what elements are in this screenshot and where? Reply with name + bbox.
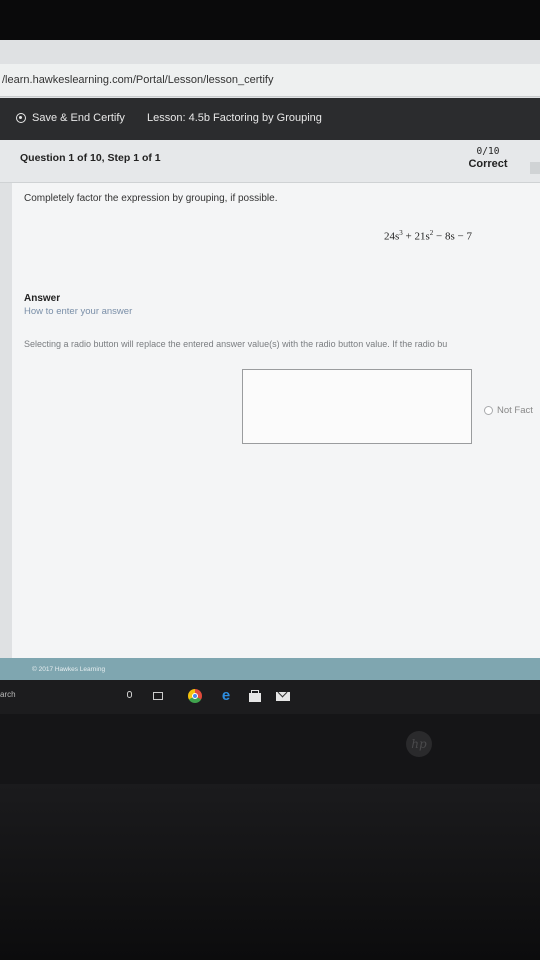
how-to-enter-link[interactable]: How to enter your answer [24,306,132,317]
term-1: 24s [384,230,400,243]
lesson-title: Lesson: 4.5b Factoring by Grouping [147,112,322,124]
answer-heading: Answer [24,293,61,304]
windows-taskbar: arch e [0,680,540,714]
not-factorable-label: Not Fact [497,405,533,416]
score-status: Correct [468,158,508,170]
operator-1: + [405,230,412,243]
operator-2: − [436,230,443,243]
desk-surface [0,784,540,960]
radio-note: Selecting a radio button will replace th… [24,339,448,349]
not-factorable-option[interactable]: Not Fact [484,405,533,416]
monitor-screen: /learn.hawkeslearning.com/Portal/Lesson/… [0,40,540,714]
hp-logo: hp [406,731,432,757]
question-content: Completely factor the expression by grou… [12,183,540,658]
browser-address-bar[interactable]: /learn.hawkeslearning.com/Portal/Lesson/… [0,64,540,97]
term-2-exponent: 2 [429,229,434,237]
edge-browser-icon[interactable]: e [218,688,234,704]
term-1-exponent: 3 [399,229,403,237]
term-2: 21s [414,230,430,243]
chrome-icon[interactable] [187,688,203,704]
taskbar-search[interactable]: arch [0,690,16,699]
question-title: Question 1 of 10, Step 1 of 1 [20,152,161,164]
radio-circle-icon [16,113,26,123]
copyright-text: © 2017 Hawkes Learning [32,666,106,673]
store-icon[interactable] [247,688,263,704]
question-header: Question 1 of 10, Step 1 of 1 0/10 Corre… [0,140,540,183]
operator-3: − [457,230,464,243]
save-end-certify-label: Save & End Certify [32,112,125,124]
url-text[interactable]: /learn.hawkeslearning.com/Portal/Lesson/… [2,74,273,86]
save-end-certify-button[interactable]: Save & End Certify [16,108,125,128]
math-expression: 24s3 + 21s2 − 8s − 7 [384,229,472,243]
page-footer: © 2017 Hawkes Learning [0,658,540,680]
side-tab[interactable] [530,162,540,174]
mail-icon[interactable] [275,688,291,704]
question-instruction: Completely factor the expression by grou… [24,193,278,204]
microphone-icon[interactable] [122,688,138,704]
radio-button-icon[interactable] [484,406,493,415]
score-badge: 0/10 Correct [462,146,514,170]
app-header: Save & End Certify Lesson: 4.5b Factorin… [0,98,540,140]
term-3: 8s [445,230,455,243]
task-view-icon[interactable] [150,688,166,704]
score-value: 0/10 [476,146,500,157]
answer-input[interactable] [242,369,472,444]
laptop-bezel: hp [0,714,540,784]
term-4: 7 [466,230,473,243]
